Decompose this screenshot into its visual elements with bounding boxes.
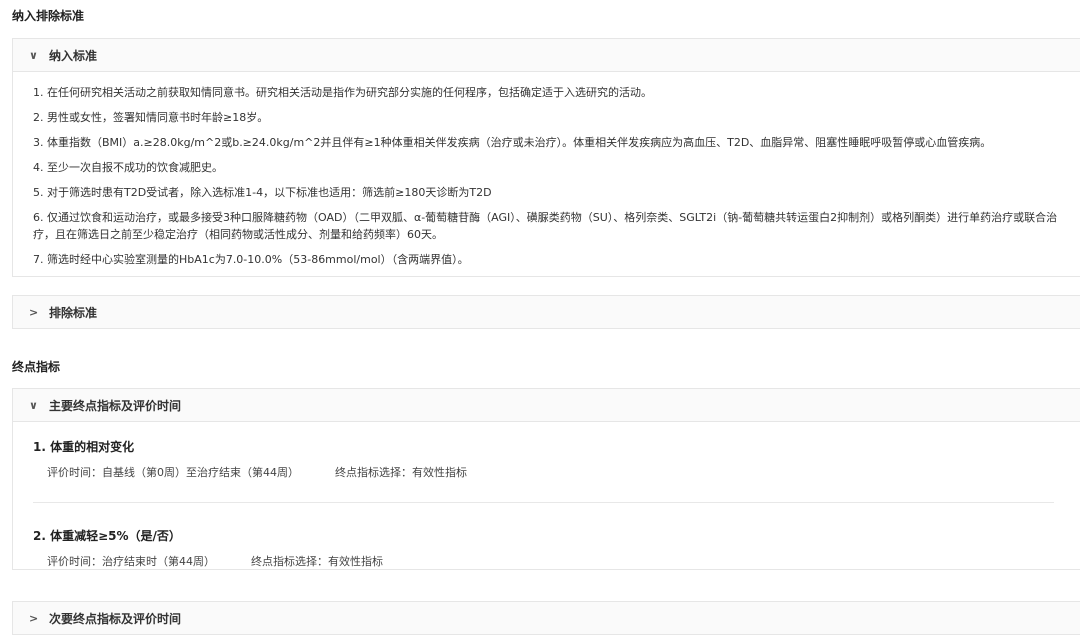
inclusion-criteria-list: 1. 在任何研究相关活动之前获取知情同意书。研究相关活动是指作为研究部分实施的任… bbox=[13, 72, 1080, 268]
secondary-endpoint-label: 次要终点指标及评价时间 bbox=[49, 611, 182, 626]
endpoint-title: 1. 体重的相对变化 bbox=[33, 440, 135, 454]
list-item: 6. 仅通过饮食和运动治疗，或最多接受3种口服降糖药物（OAD）（二甲双胍、α-… bbox=[33, 211, 1058, 241]
endpoint-eval-time: 评价时间：治疗结束时（第44周） bbox=[47, 555, 215, 568]
exclusion-criteria-label: 排除标准 bbox=[49, 305, 98, 320]
secondary-endpoint-panel: > 次要终点指标及评价时间 bbox=[12, 601, 1080, 635]
endpoint-type: 终点指标选择：有效性指标 bbox=[251, 555, 383, 568]
primary-endpoint-header[interactable]: ∨ 主要终点指标及评价时间 bbox=[13, 389, 1080, 421]
exclusion-criteria-panel: > 排除标准 bbox=[12, 295, 1080, 329]
primary-endpoint-label: 主要终点指标及评价时间 bbox=[49, 398, 182, 413]
primary-endpoint-body: 1. 体重的相对变化 评价时间：自基线（第0周）至治疗结束（第44周） 终点指标选… bbox=[13, 422, 1080, 569]
list-item: 2. 男性或女性，签署知情同意书时年龄≥18岁。 bbox=[33, 111, 269, 124]
chevron-right-icon: > bbox=[29, 305, 39, 319]
inclusion-criteria-header[interactable]: ∨ 纳入标准 bbox=[13, 39, 1080, 71]
list-item: 5. 对于筛选时患有T2D受试者，除入选标准1-4，以下标准也适用：筛选前≥18… bbox=[33, 186, 492, 199]
endpoint-type: 终点指标选择：有效性指标 bbox=[335, 466, 467, 479]
endpoint-divider bbox=[33, 502, 1054, 503]
endpoint-eval-time: 评价时间：自基线（第0周）至治疗结束（第44周） bbox=[47, 466, 299, 479]
list-item: 3. 体重指数（BMI）a.≥28.0kg/m^2或b.≥24.0kg/m^2并… bbox=[33, 136, 992, 149]
list-item: 7. 筛选时经中心实验室测量的HbA1c为7.0-10.0%（53-86mmol… bbox=[33, 253, 469, 266]
chevron-down-icon: ∨ bbox=[29, 48, 38, 62]
endpoint-title: 2. 体重减轻≥5%（是/否） bbox=[33, 529, 181, 543]
inclusion-criteria-panel: ∨ 纳入标准 1. 在任何研究相关活动之前获取知情同意书。研究相关活动是指作为研… bbox=[12, 38, 1080, 277]
endpoint-meta: 评价时间：自基线（第0周）至治疗结束（第44周） 终点指标选择：有效性指标 bbox=[33, 464, 1060, 480]
endpoint-section-title: 终点指标 bbox=[12, 360, 61, 374]
endpoint-meta: 评价时间：治疗结束时（第44周） 终点指标选择：有效性指标 bbox=[33, 553, 1060, 569]
list-item: 4. 至少一次自报不成功的饮食减肥史。 bbox=[33, 161, 223, 174]
secondary-endpoint-header[interactable]: > 次要终点指标及评价时间 bbox=[13, 602, 1080, 634]
inclusion-criteria-label: 纳入标准 bbox=[49, 48, 98, 63]
list-item: 1. 在任何研究相关活动之前获取知情同意书。研究相关活动是指作为研究部分实施的任… bbox=[33, 86, 652, 99]
chevron-down-icon: ∨ bbox=[29, 398, 38, 412]
primary-endpoint-panel: ∨ 主要终点指标及评价时间 1. 体重的相对变化 评价时间：自基线（第0周）至治… bbox=[12, 388, 1080, 570]
chevron-right-icon: > bbox=[29, 611, 39, 625]
exclusion-criteria-header[interactable]: > 排除标准 bbox=[13, 296, 1080, 328]
inclusion-exclusion-section-title: 纳入排除标准 bbox=[12, 9, 85, 23]
